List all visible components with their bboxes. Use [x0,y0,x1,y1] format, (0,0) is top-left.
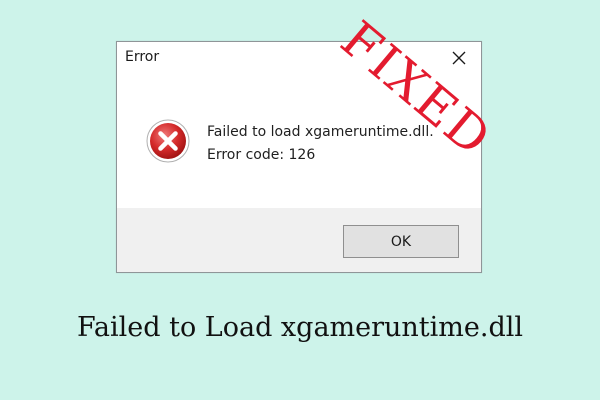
error-icon [146,119,190,163]
dialog-title: Error [125,49,160,65]
close-button[interactable] [437,42,481,74]
ok-button[interactable]: OK [343,225,459,258]
page-caption: Failed to Load xgameruntime.dll [76,312,524,343]
error-message-line-1: Failed to load xgameruntime.dll. [207,124,434,140]
error-code-line: Error code: 126 [207,147,316,163]
close-icon [452,51,466,65]
dialog-footer: OK [117,208,481,272]
error-message: Failed to load xgameruntime.dll. Error c… [207,121,434,167]
